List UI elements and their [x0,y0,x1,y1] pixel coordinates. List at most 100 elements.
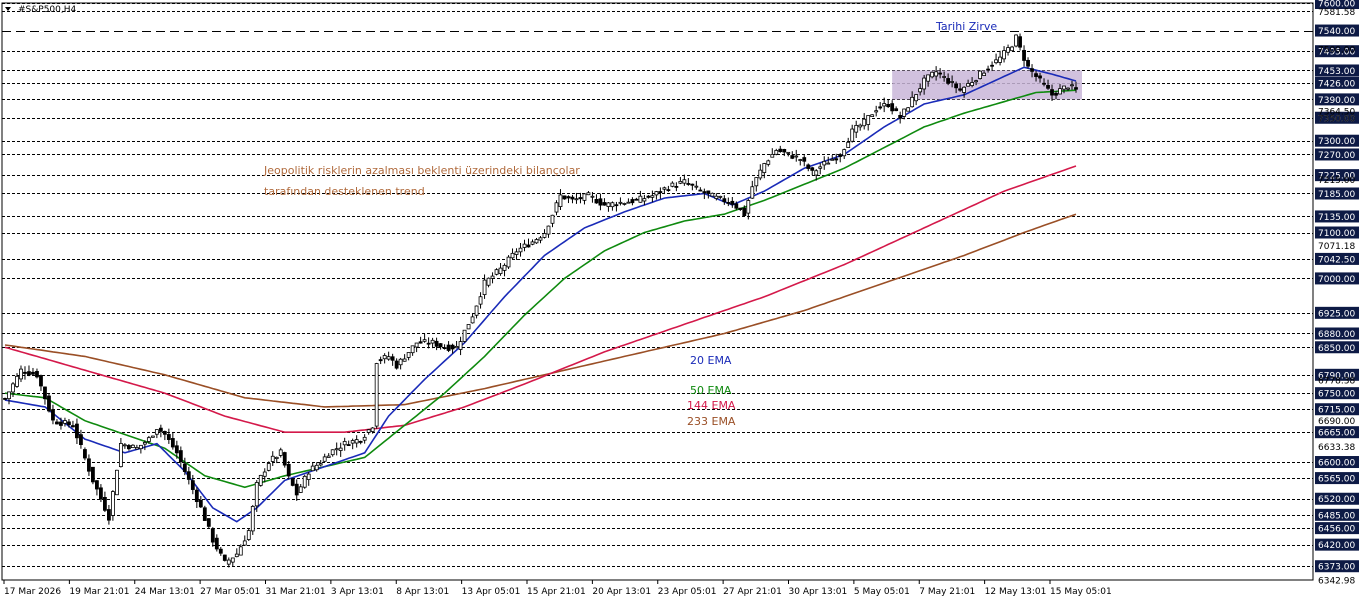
price-tag-label: 6373.00 [1318,563,1355,573]
candle [39,374,43,391]
candle-body [750,186,755,199]
candle-body [354,439,359,444]
candle-body [242,540,247,546]
candle-body [626,201,631,204]
candle-body [63,420,67,424]
candle-body [602,202,607,206]
candle [218,546,223,556]
candle-body [31,371,35,375]
candle-body [998,56,1002,63]
candle-body [374,363,379,427]
price-tag-label: 6420.00 [1318,541,1355,551]
dropdown-arrow-icon[interactable] [5,7,11,11]
candle-body [674,185,679,188]
time-tick-label: 27 Mar 05:01 [200,587,260,597]
candle [502,263,507,277]
candle [622,202,627,206]
time-tick-label: 15 Apr 21:01 [527,587,586,597]
price-tag-label: 6600.00 [1318,459,1355,469]
candle [122,443,127,449]
candle-body [338,447,343,451]
price-chart[interactable]: #S&P500,H4 Tarihi Zirve Jeopolitik riskl… [0,0,1362,603]
candle-body [706,190,711,194]
candle-body [426,342,431,345]
candle [346,440,351,447]
candle [446,341,451,353]
candle-body [134,447,139,450]
candle [874,105,879,117]
ema144-label: 144 EMA [687,399,736,412]
candle [154,429,159,439]
candle-body [814,170,819,176]
candle [114,469,119,496]
candle-body [654,191,659,196]
time-tick-label: 12 May 13:01 [985,587,1047,597]
candle [1010,45,1014,52]
candle [558,189,563,211]
candle [91,466,95,485]
candle-body [150,435,155,438]
candle-body [166,434,171,440]
candle-body [43,386,47,400]
candle [286,460,291,480]
candle-body [714,195,719,199]
candle [678,176,683,185]
candle-body [326,455,331,458]
candle [562,195,567,200]
candle-body [282,452,287,466]
price-level-tag: 7185.00 [1315,187,1359,200]
candle [978,70,982,80]
candle-body [330,449,335,456]
candle-body [27,371,31,376]
price-level-tag: 7300.00 [1315,134,1359,147]
candle [902,108,907,120]
candle-body [238,546,243,556]
candle [690,183,695,191]
price-tick-label: 6778.38 [1318,377,1355,387]
candle [602,198,607,206]
price-tick-label: 7071.18 [1318,242,1355,252]
candle [1022,45,1026,67]
candle-body [890,103,895,112]
price-level-tag: 6715.00 [1315,403,1359,416]
candle [738,207,743,211]
candle [866,115,871,131]
candle-body [130,444,135,449]
candle [898,111,903,124]
candle-body [394,360,399,369]
price-level-tag: 7000.00 [1315,272,1359,285]
candle-body [214,537,219,550]
candle [846,137,851,148]
candle-body [946,78,951,84]
price-tag-label: 7042.50 [1318,255,1355,265]
candle [258,474,263,487]
candle [770,148,775,158]
candle-body [1074,87,1078,90]
candle-body [698,189,703,192]
candle-body [418,341,423,344]
time-tick-label: 20 Apr 13:01 [592,587,651,597]
candle-body [318,463,323,466]
candle-body [594,199,599,204]
candle [358,440,363,445]
candle [290,478,295,487]
candle-body [798,159,803,161]
candle [406,352,411,361]
candle [438,343,443,350]
candle-body [710,192,715,197]
candle [550,214,555,228]
candle [506,255,511,269]
candle [1002,46,1006,63]
candle-body [818,166,823,169]
candle-body [39,375,43,387]
price-level-tag: 7135.00 [1315,210,1359,223]
candle-body [19,368,23,380]
candle-body [794,155,799,158]
price-tag-label: 7135.00 [1318,213,1355,223]
candle-body [290,478,295,486]
candle-body [91,466,95,483]
candle-body [646,195,651,198]
candle-body [262,471,267,477]
candle [510,248,515,260]
candle-body [918,88,923,93]
